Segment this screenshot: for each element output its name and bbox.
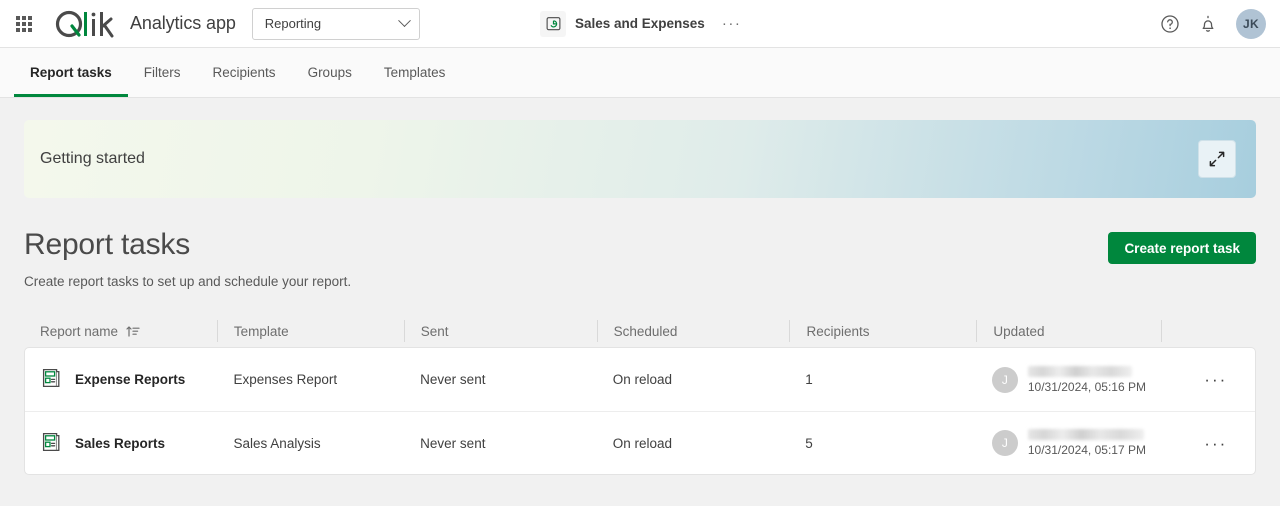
section-select[interactable]: Reporting — [251, 7, 420, 40]
updated-by-name-redacted — [1027, 429, 1144, 440]
chevron-down-icon — [397, 14, 411, 28]
updated-timestamp: 10/31/2024, 05:17 PM — [1027, 443, 1146, 457]
expand-icon[interactable] — [1198, 140, 1236, 178]
updated-by-name-redacted — [1027, 365, 1132, 377]
cell-scheduled: On reload — [612, 372, 672, 387]
main-content: Getting started Report tasks Create repo… — [0, 120, 1280, 475]
help-icon[interactable] — [1160, 14, 1180, 34]
tab-templates[interactable]: Templates — [368, 48, 462, 97]
notifications-bell-icon[interactable] — [1198, 14, 1218, 34]
report-tasks-table: Report name Template Sent Scheduled Reci… — [24, 315, 1256, 475]
page-header-text: Report tasks Create report tasks to set … — [24, 228, 351, 289]
table-row[interactable]: Sales Reports Sales Analysis Never sent … — [25, 411, 1255, 474]
grid-dot — [16, 27, 20, 32]
document-name: Sales and Expenses — [575, 16, 705, 31]
getting-started-title: Getting started — [40, 150, 145, 167]
page-subtitle: Create report tasks to set up and schedu… — [24, 274, 352, 289]
cell-report-name: Sales Reports — [25, 431, 218, 456]
column-header-actions — [1161, 320, 1256, 342]
cell-recipients: 1 — [805, 372, 813, 387]
app-launcher-grid-icon[interactable] — [14, 14, 34, 34]
grid-dot — [28, 27, 32, 32]
grid-dot — [28, 15, 32, 20]
report-name-text: Sales Reports — [75, 435, 166, 451]
updated-by: J 10/31/2024, 05:16 PM — [991, 365, 1146, 394]
column-header-updated[interactable]: Updated — [976, 320, 1161, 342]
grid-dot — [28, 21, 32, 26]
grid-dot — [16, 21, 20, 26]
grid-dot — [22, 15, 26, 20]
tab-groups[interactable]: Groups — [292, 48, 368, 97]
column-header-sent[interactable]: Sent — [403, 320, 597, 342]
cell-updated: J 10/31/2024, 05:16 PM — [976, 365, 1161, 394]
tab-filters[interactable]: Filters — [128, 48, 197, 97]
qlik-logo-icon — [55, 10, 114, 37]
user-avatar[interactable]: JK — [1236, 8, 1266, 39]
column-header-template[interactable]: Template — [216, 320, 404, 342]
cell-template: Expenses Report — [233, 372, 338, 387]
top-bar: Analytics app Reporting Sales and Expens… — [0, 0, 1280, 48]
grid-dot — [22, 21, 26, 26]
tab-bar: Report tasks Filters Recipients Groups T… — [0, 48, 1280, 98]
updated-by-avatar: J — [991, 430, 1018, 456]
row-more-options-icon[interactable]: ··· — [1177, 371, 1255, 388]
cell-sent: Never sent — [420, 435, 486, 451]
updated-timestamp: 10/31/2024, 05:16 PM — [1027, 379, 1146, 394]
getting-started-banner[interactable]: Getting started — [24, 120, 1256, 198]
column-header-scheduled[interactable]: Scheduled — [596, 320, 790, 342]
column-header-report-name[interactable]: Report name — [24, 320, 217, 342]
sort-ascending-icon — [126, 325, 140, 338]
qlik-logo[interactable] — [54, 9, 118, 39]
updated-by: J 10/31/2024, 05:17 PM — [991, 429, 1146, 457]
report-document-icon — [41, 431, 63, 456]
row-more-options-icon[interactable]: ··· — [1177, 435, 1255, 452]
section-select-value: Reporting — [264, 16, 322, 31]
document-chip[interactable]: Sales and Expenses ··· — [540, 10, 742, 37]
cell-recipients: 5 — [805, 435, 813, 451]
top-bar-actions: JK — [1160, 8, 1266, 39]
table-row[interactable]: Expense Reports Expenses Report Never se… — [25, 348, 1255, 411]
report-icon-and-name: Expense Reports — [41, 367, 185, 392]
report-document-icon — [41, 367, 63, 392]
grid-dot — [22, 27, 26, 32]
document-more-options-icon[interactable]: ··· — [722, 16, 742, 31]
table-body: Expense Reports Expenses Report Never se… — [24, 347, 1256, 475]
app-title: Analytics app — [130, 13, 236, 33]
page-title: Report tasks — [24, 228, 190, 261]
tab-recipients[interactable]: Recipients — [197, 48, 292, 97]
column-header-recipients[interactable]: Recipients — [789, 320, 976, 342]
updated-by-avatar: J — [991, 366, 1018, 393]
tab-report-tasks[interactable]: Report tasks — [14, 48, 128, 97]
column-header-report-name-label: Report name — [40, 323, 119, 339]
updated-by-details: 10/31/2024, 05:16 PM — [1027, 365, 1146, 394]
cell-report-name: Expense Reports — [25, 367, 218, 392]
cell-actions: ··· — [1161, 371, 1255, 388]
grid-dot — [16, 15, 20, 20]
cell-template: Sales Analysis — [233, 435, 321, 451]
page-header: Report tasks Create report tasks to set … — [24, 228, 1256, 289]
create-report-task-button[interactable]: Create report task — [1108, 232, 1256, 264]
report-name-text: Expense Reports — [75, 372, 186, 387]
cell-updated: J 10/31/2024, 05:17 PM — [976, 429, 1161, 457]
cell-sent: Never sent — [420, 372, 486, 387]
sheet-icon — [540, 10, 566, 37]
updated-by-details: 10/31/2024, 05:17 PM — [1027, 429, 1146, 457]
table-header-row: Report name Template Sent Scheduled Reci… — [24, 315, 1256, 347]
cell-actions: ··· — [1161, 435, 1255, 452]
report-icon-and-name: Sales Reports — [41, 431, 165, 456]
cell-scheduled: On reload — [612, 435, 672, 451]
